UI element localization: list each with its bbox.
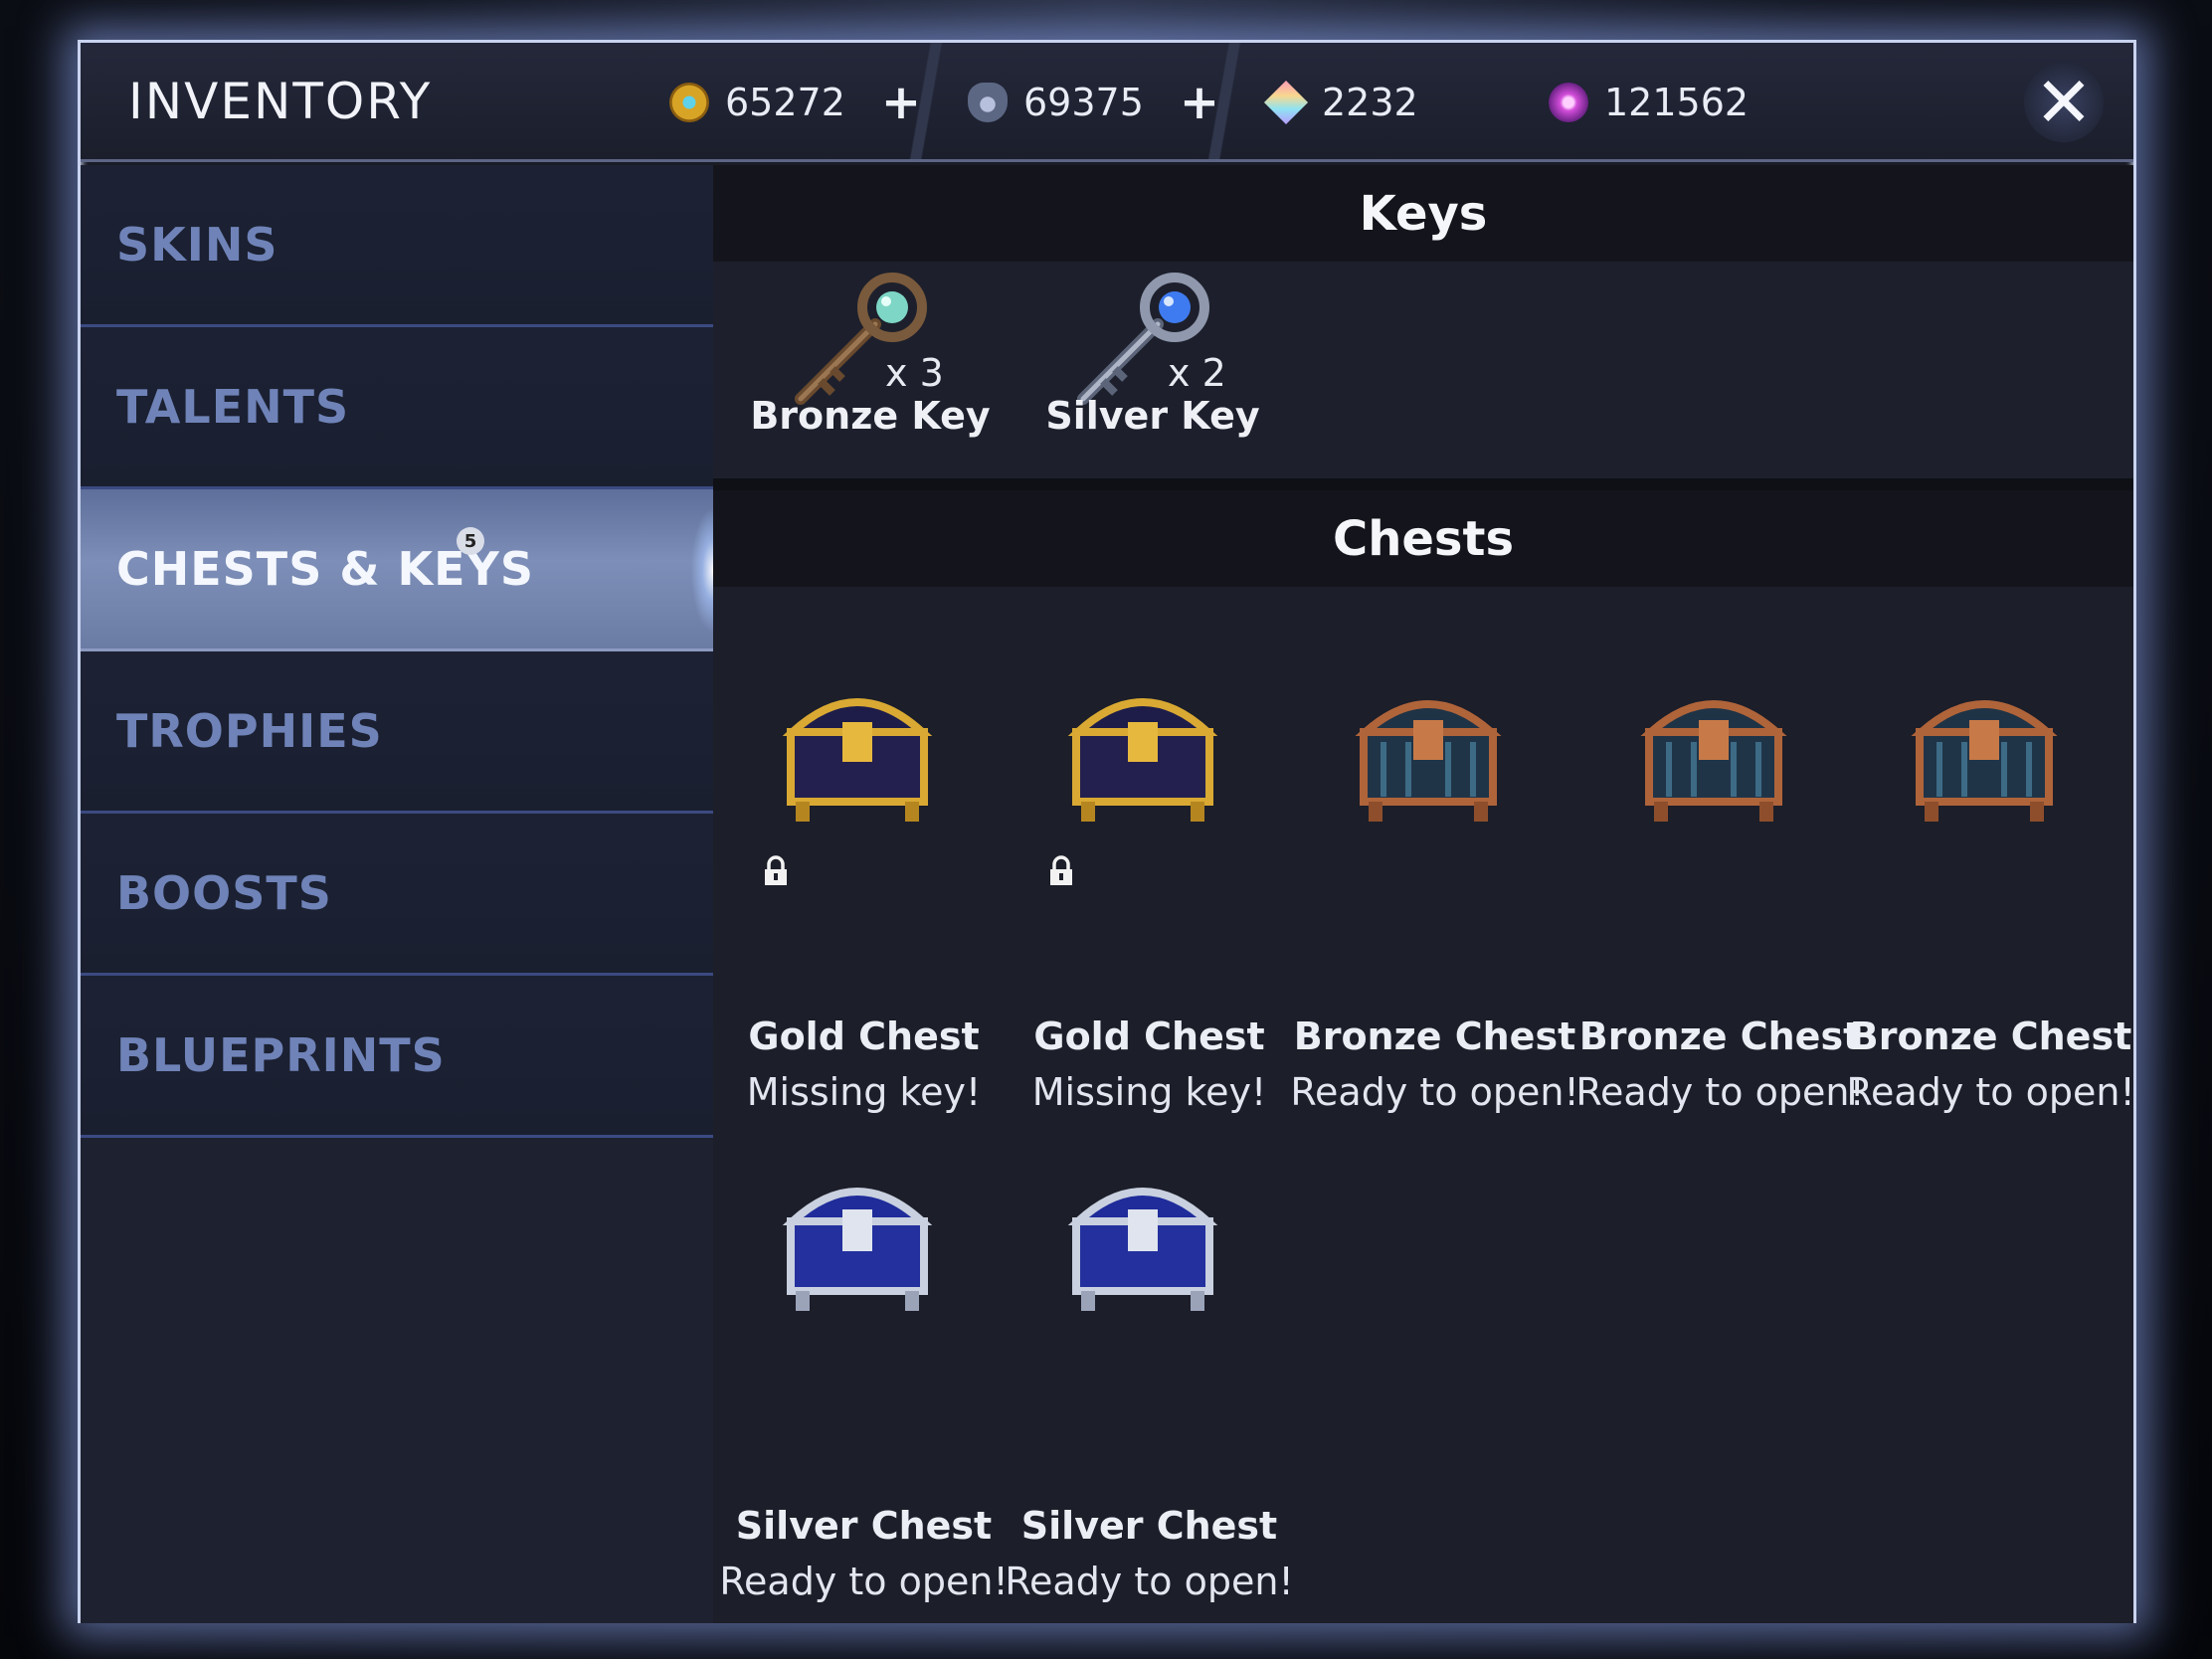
chest-item-gold[interactable]: Gold Chest Missing key! <box>1007 662 1292 1120</box>
chest-status: Ready to open! <box>1005 1560 1294 1603</box>
ice-currency: 2232 <box>1263 77 1418 128</box>
gold-chest-icon <box>782 698 933 822</box>
key-quantity: x 3 <box>885 351 944 395</box>
ice-gem-icon <box>1263 80 1309 125</box>
chest-status: Missing key! <box>746 1070 982 1114</box>
currency-divider <box>896 43 956 159</box>
inventory-sidebar: SKINS TALENTS CHESTS & KEYS 5 TROPHIES B… <box>81 165 735 1623</box>
chest-status: Ready to open! <box>1846 1070 2135 1114</box>
chests-section-title: Chests <box>1332 510 1515 567</box>
glory-amount: 69375 <box>1023 81 1144 124</box>
chests-section-header: Chests <box>713 490 2133 587</box>
sidebar-item-skins[interactable]: SKINS <box>81 165 713 327</box>
chest-name: Bronze Chest <box>1849 1014 2132 1058</box>
inventory-content: Keys x 3 Bronze Key x 2 Silver Key Chest… <box>713 165 2135 1623</box>
keys-list: x 3 Bronze Key x 2 Silver Key <box>713 262 2133 478</box>
chest-item-silver[interactable]: Silver Chest Ready to open! <box>719 1152 1009 1609</box>
key-name: Silver Key <box>1045 394 1260 438</box>
chest-item-bronze[interactable]: Bronze Chest Ready to open! <box>1846 662 2135 1120</box>
close-icon: ✕ <box>2034 62 2094 143</box>
bronze-chest-icon <box>1640 700 1787 822</box>
bronze-chest-icon <box>1911 700 2058 822</box>
chest-name: Bronze Chest <box>1293 1014 1576 1058</box>
sidebar-item-label: SKINS <box>116 218 278 272</box>
lock-icon <box>1050 855 1072 885</box>
sidebar-item-blueprints[interactable]: BLUEPRINTS <box>81 976 713 1138</box>
ice-amount: 2232 <box>1322 81 1418 124</box>
gold-coin-icon <box>669 83 709 122</box>
inventory-modal: INVENTORY 65272 + 69375 + 2232 121562 ✕ … <box>78 40 2136 1623</box>
chest-item-bronze[interactable]: Bronze Chest Ready to open! <box>1575 662 1865 1120</box>
essence-currency: 121562 <box>1549 77 1749 128</box>
close-button[interactable]: ✕ <box>2024 63 2104 142</box>
inventory-header: INVENTORY 65272 + 69375 + 2232 121562 ✕ <box>81 43 2133 162</box>
chest-name: Gold Chest <box>748 1014 980 1058</box>
key-name: Bronze Key <box>750 394 991 438</box>
sidebar-item-boosts[interactable]: BOOSTS <box>81 814 713 976</box>
gold-chest-icon <box>1067 698 1218 822</box>
key-item-bronze[interactable]: x 3 Bronze Key <box>741 270 1000 468</box>
chest-item-silver[interactable]: Silver Chest Ready to open! <box>1005 1152 1294 1609</box>
chest-status: Ready to open! <box>1290 1070 1579 1114</box>
chest-item-bronze[interactable]: Bronze Chest Ready to open! <box>1290 662 1579 1120</box>
sidebar-item-label: BOOSTS <box>116 866 332 920</box>
chest-name: Bronze Chest <box>1578 1014 1862 1058</box>
key-quantity: x 2 <box>1168 351 1226 395</box>
currency-divider <box>1195 43 1254 159</box>
sidebar-item-label: BLUEPRINTS <box>116 1028 446 1082</box>
gold-currency: 65272 + <box>669 77 921 128</box>
sidebar-item-trophies[interactable]: TROPHIES <box>81 651 713 814</box>
section-divider <box>713 478 2133 490</box>
chest-name: Gold Chest <box>1033 1014 1265 1058</box>
sidebar-item-talents[interactable]: TALENTS <box>81 327 713 489</box>
notification-badge: 5 <box>457 527 484 555</box>
gold-amount: 65272 <box>725 81 845 124</box>
essence-icon <box>1549 83 1588 122</box>
lock-icon <box>765 855 787 885</box>
sidebar-item-label: TROPHIES <box>116 704 383 758</box>
silver-chest-icon <box>782 1188 933 1311</box>
chest-status: Missing key! <box>1031 1070 1267 1114</box>
chest-name: Silver Chest <box>735 1504 993 1548</box>
keys-section-header: Keys <box>713 165 2133 262</box>
glory-shield-icon <box>968 83 1008 122</box>
keys-section-title: Keys <box>1359 185 1488 242</box>
chest-status: Ready to open! <box>719 1560 1009 1603</box>
key-item-silver[interactable]: x 2 Silver Key <box>1023 270 1282 468</box>
chest-name: Silver Chest <box>1020 1504 1278 1548</box>
sidebar-item-label: TALENTS <box>116 380 350 434</box>
glory-currency: 69375 + <box>968 77 1219 128</box>
sidebar-item-chests-keys[interactable]: CHESTS & KEYS 5 <box>81 489 735 651</box>
chest-item-gold[interactable]: Gold Chest Missing key! <box>721 662 1007 1120</box>
silver-chest-icon <box>1067 1188 1218 1311</box>
inventory-title: INVENTORY <box>128 73 433 130</box>
bronze-chest-icon <box>1355 700 1502 822</box>
essence-amount: 121562 <box>1604 81 1750 124</box>
